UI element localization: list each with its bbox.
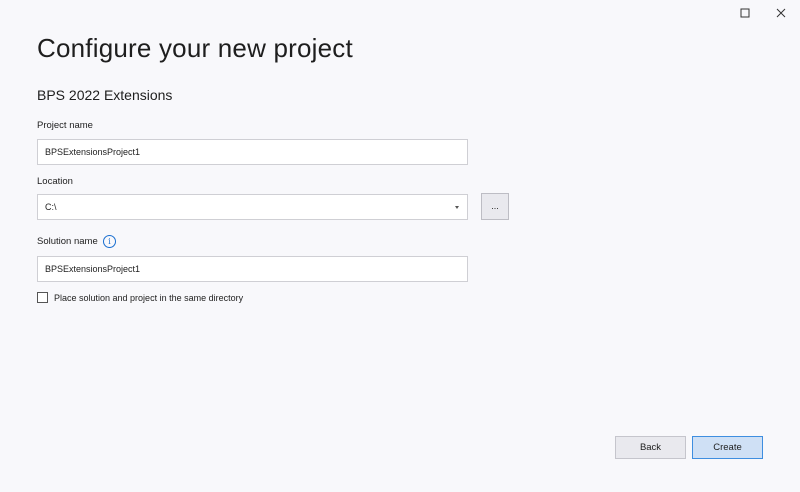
same-directory-option: Place solution and project in the same d…: [37, 292, 243, 303]
solution-name-input[interactable]: [37, 256, 468, 282]
chevron-down-icon: [455, 205, 459, 209]
close-icon: [776, 8, 786, 18]
project-name-input[interactable]: [37, 139, 468, 165]
maximize-icon: [740, 8, 750, 18]
location-value: C:\: [45, 202, 57, 212]
close-button[interactable]: [770, 6, 792, 20]
page-title: Configure your new project: [37, 33, 353, 63]
solution-name-label: Solution name: [37, 236, 98, 247]
location-label: Location: [37, 176, 73, 187]
browse-button[interactable]: ...: [481, 193, 509, 220]
same-directory-checkbox[interactable]: [37, 292, 48, 303]
info-icon[interactable]: i: [103, 235, 116, 248]
window-controls: [734, 6, 792, 20]
maximize-button[interactable]: [734, 6, 756, 20]
back-button[interactable]: Back: [615, 436, 686, 459]
location-dropdown[interactable]: C:\: [37, 194, 468, 220]
template-name: BPS 2022 Extensions: [37, 87, 173, 103]
create-button[interactable]: Create: [692, 436, 763, 459]
same-directory-label[interactable]: Place solution and project in the same d…: [54, 293, 243, 303]
project-name-label: Project name: [37, 120, 93, 131]
